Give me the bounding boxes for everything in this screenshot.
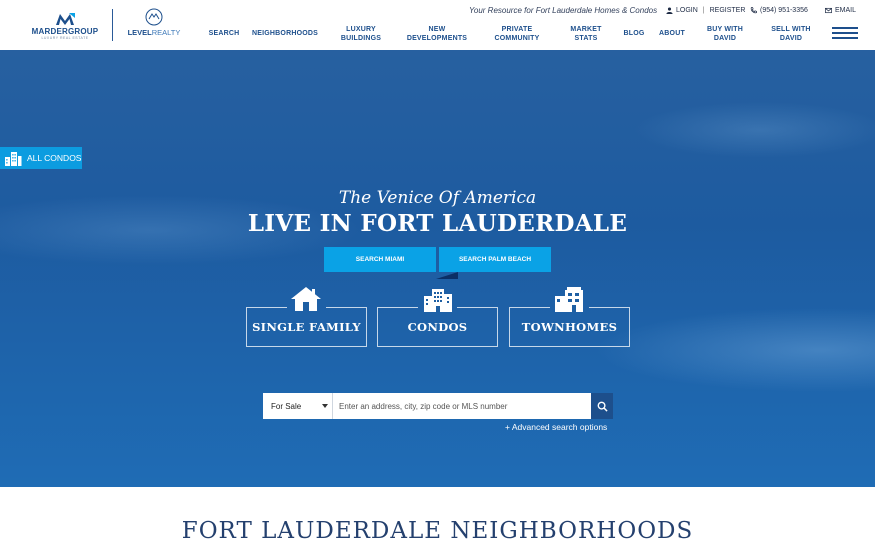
nav-item-new-developments[interactable]: NEW DEVELOPMENTS [405, 24, 469, 44]
search-submit-button[interactable] [591, 393, 613, 419]
nav-item-buy-with-david[interactable]: BUY WITH DAVID [702, 24, 748, 44]
single-family-button[interactable]: SINGLE FAMILY [246, 307, 367, 347]
neighborhoods-section-title: FORT LAUDERDALE NEIGHBORHOODS [181, 518, 694, 544]
condos-label: CONDOS [407, 319, 468, 334]
townhomes-label: TOWNHOMES [521, 319, 618, 334]
nav-item-luxury-buildings[interactable]: LUXURY BUILDINGS [336, 24, 386, 44]
site-header: MARDERGROUP LUXURY REAL ESTATE LEVELREAL… [0, 0, 875, 50]
hamburger-menu-icon[interactable] [832, 27, 858, 39]
marder-logo-text: MARDERGROUP [31, 27, 99, 36]
hero-title: LIVE IN FORT LAUDERDALE [247, 210, 628, 237]
nav-item-blog[interactable]: BLOG [620, 24, 648, 44]
all-condos-tab[interactable]: ALL CONDOS [0, 147, 82, 169]
search-miami-button[interactable]: SEARCH MIAMI [324, 247, 436, 272]
nav-item-sell-with-david[interactable]: SELL WITH DAVID [768, 24, 814, 44]
condos-button[interactable]: CONDOS [377, 307, 498, 347]
speech-tail [428, 272, 458, 279]
property-search-bar: For Sale [263, 393, 613, 419]
phone-link[interactable]: (954) 951-3356 [750, 7, 808, 14]
search-palm-beach-button[interactable]: SEARCH PALM BEACH [439, 247, 551, 272]
marder-m-icon [56, 13, 75, 25]
level-realty-logo[interactable]: LEVELREALTY [124, 8, 184, 42]
buildings-icon [5, 151, 22, 166]
nav-item-private-community[interactable]: PRIVATE COMMUNITY [490, 24, 544, 44]
nav-item-neighborhoods[interactable]: NEIGHBORHOODS [251, 24, 319, 44]
envelope-icon [825, 7, 832, 14]
marder-group-logo[interactable]: MARDERGROUP LUXURY REAL ESTATE [28, 12, 102, 42]
search-icon [597, 401, 608, 412]
all-condos-label: ALL CONDOS [27, 153, 82, 163]
search-input[interactable] [333, 393, 591, 419]
register-link[interactable]: REGISTER [710, 7, 746, 14]
nav-item-market-stats[interactable]: MARKET STATS [565, 24, 607, 44]
user-icon [666, 7, 673, 14]
hero-section: ALL CONDOS The Venice Of America LIVE IN… [0, 50, 875, 487]
login-register-links: LOGIN | REGISTER [666, 7, 745, 14]
hero-subtitle: The Venice Of America [338, 188, 537, 208]
chevron-down-icon [322, 404, 328, 408]
login-link[interactable]: LOGIN [676, 7, 698, 14]
email-link[interactable]: EMAIL [825, 7, 856, 14]
level-seal-icon [145, 8, 163, 26]
advanced-search-link[interactable]: + Advanced search options [505, 422, 607, 432]
marder-logo-subtext: LUXURY REAL ESTATE [41, 36, 89, 40]
single-family-label: SINGLE FAMILY [252, 319, 361, 334]
header-tagline: Your Resource for Fort Lauderdale Homes … [469, 6, 658, 15]
listing-status-value: For Sale [271, 401, 302, 411]
phone-number: (954) 951-3356 [760, 7, 808, 14]
email-label: EMAIL [835, 7, 857, 14]
townhomes-button[interactable]: TOWNHOMES [509, 307, 630, 347]
logo-divider [112, 9, 113, 41]
phone-icon [750, 7, 757, 14]
nav-item-about[interactable]: ABOUT [656, 24, 688, 44]
listing-status-select[interactable]: For Sale [263, 393, 333, 419]
nav-item-search[interactable]: SEARCH [206, 24, 242, 44]
level-logo-text: LEVELREALTY [127, 28, 181, 37]
login-separator: | [702, 7, 705, 14]
